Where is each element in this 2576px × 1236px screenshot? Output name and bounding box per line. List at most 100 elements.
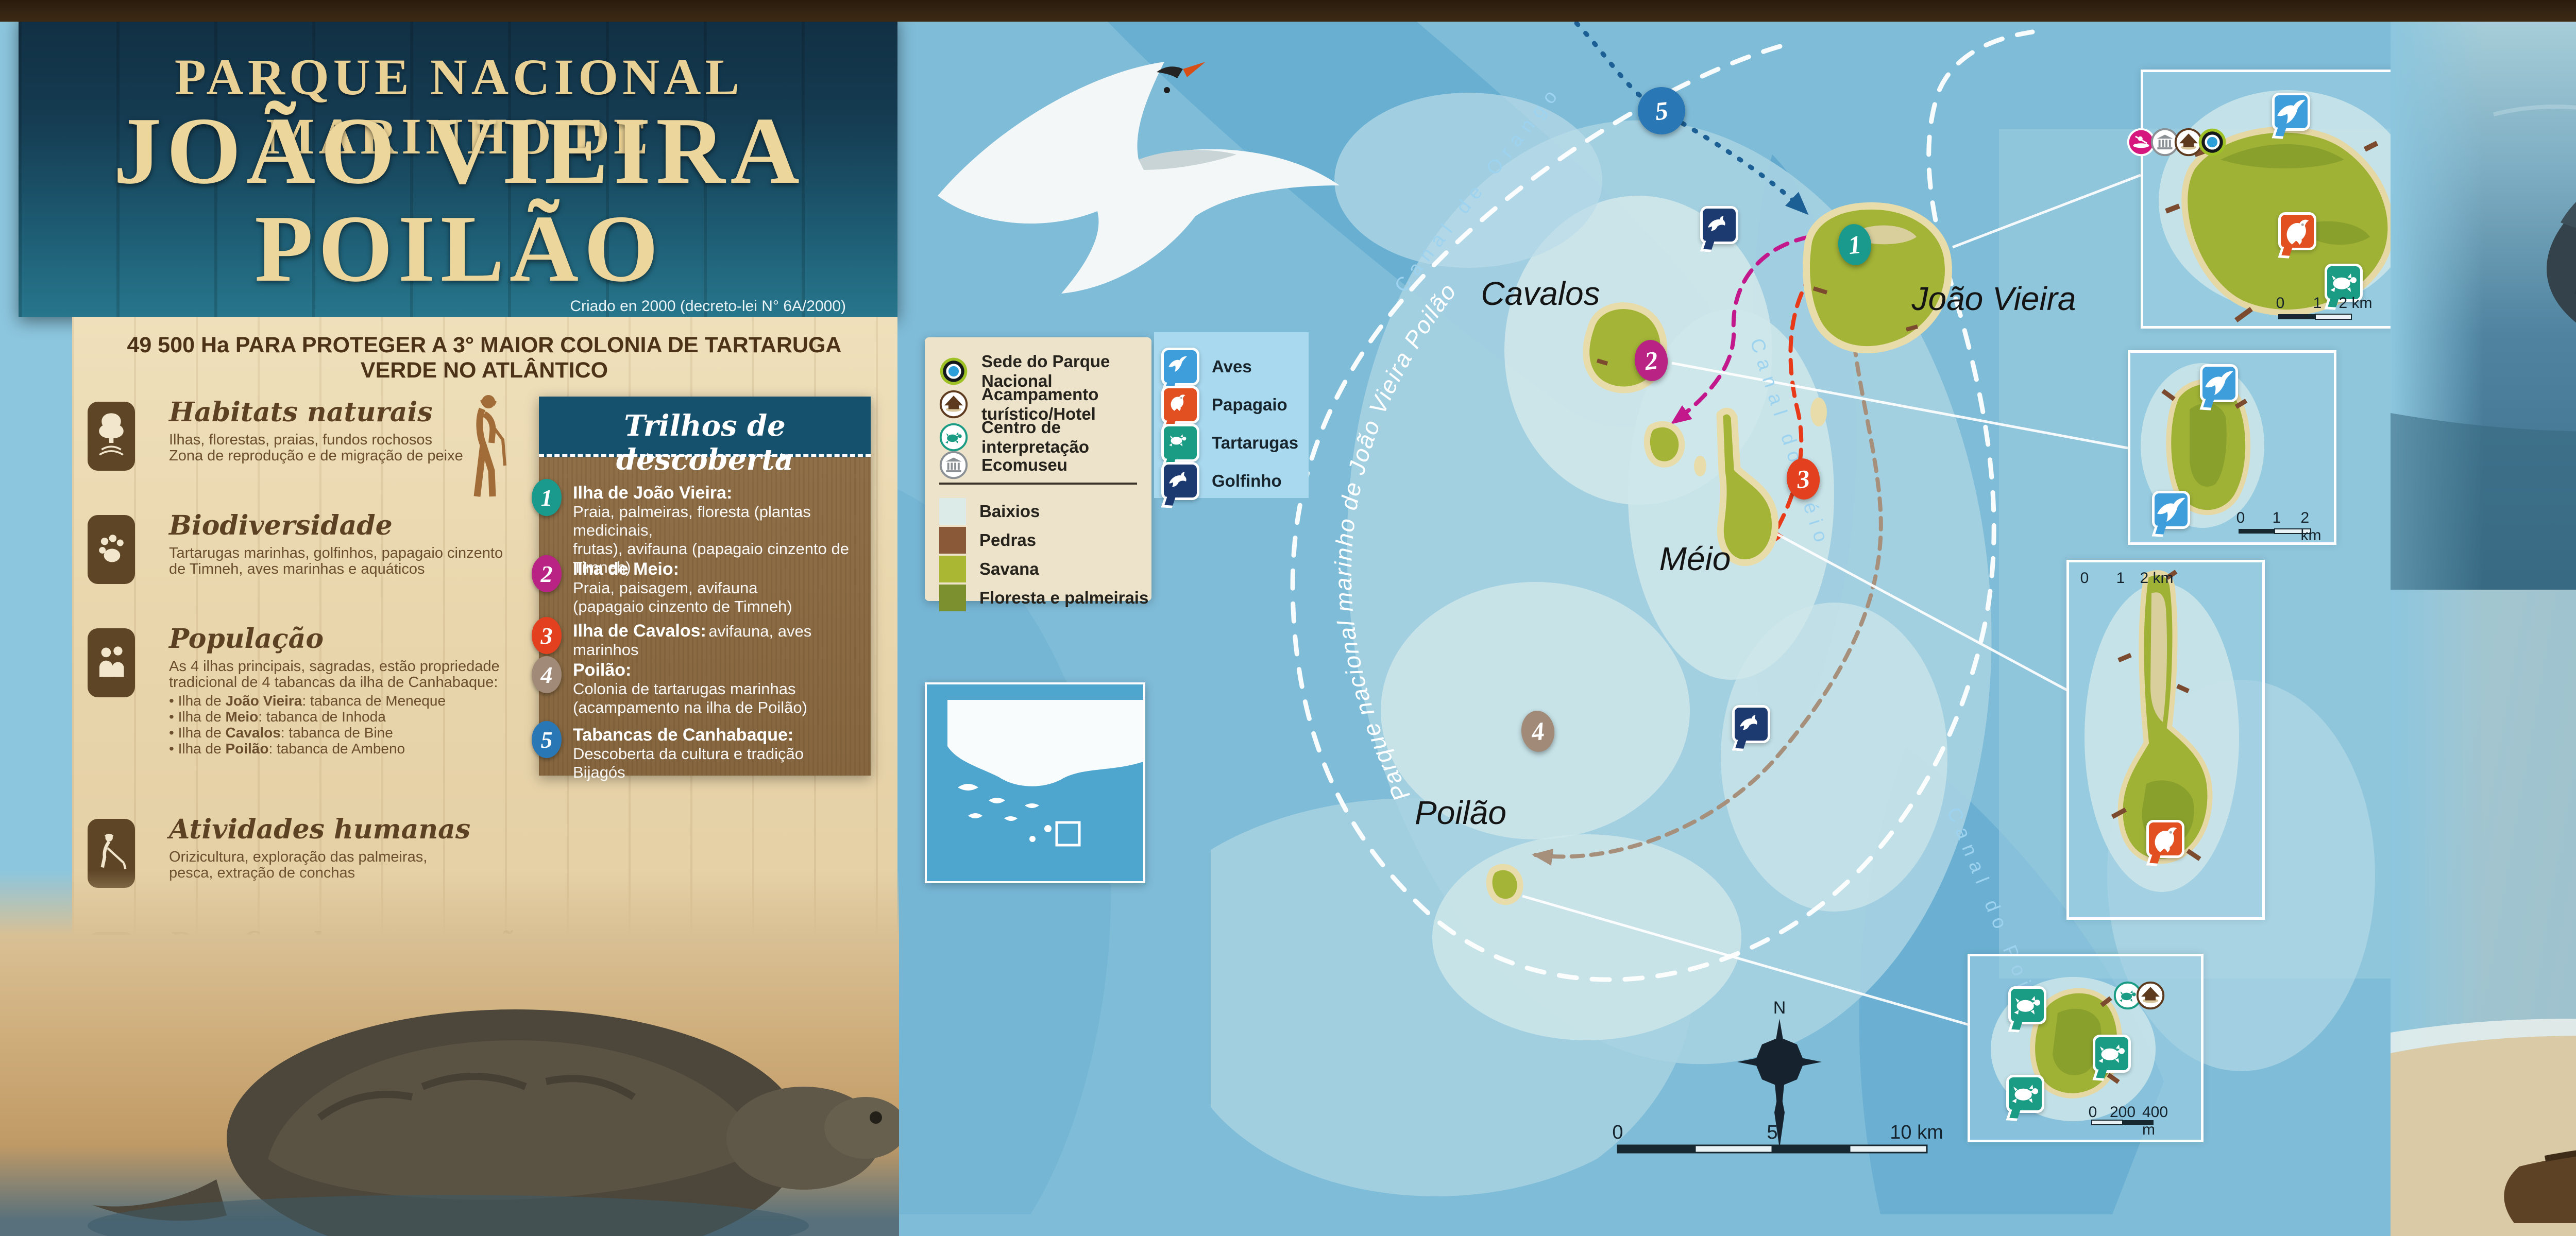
inset-scale-1: 1 xyxy=(2116,570,2125,587)
inset-scale-1: 200 xyxy=(2110,1104,2136,1121)
turtle-icon xyxy=(1161,424,1199,462)
trail-number-badge: 4 xyxy=(532,656,562,693)
sign-created-note: Criado en 2000 (decreto-lei N° 6A/2000) xyxy=(570,298,846,315)
park-poster: Parque nacional marinho de João Vieira P… xyxy=(0,0,2576,1236)
trail-name: Tabancas de Canhabaque: xyxy=(573,725,858,745)
legend-row-pedras: Pedras xyxy=(939,527,1036,554)
ocean-photo xyxy=(2391,22,2576,590)
scale-0: 0 xyxy=(1612,1122,1623,1144)
inset-scale-2: 2 km xyxy=(2140,570,2173,587)
museum-icon xyxy=(939,451,968,479)
dolphin-icon xyxy=(1161,462,1199,500)
trail-desc: Praia, paisagem, avifauna (papagaio cinz… xyxy=(573,579,858,616)
tern-photo xyxy=(876,41,1381,330)
tree-icon xyxy=(88,402,135,471)
fauna-row-papagaio: Papagaio xyxy=(1161,386,1287,424)
bird-icon xyxy=(2200,364,2238,402)
turtle-circle-icon xyxy=(939,423,968,452)
park-hq-icon xyxy=(939,357,968,386)
bird-icon xyxy=(1161,348,1199,386)
trails-title: Trilhos de descoberta xyxy=(539,409,871,477)
inset-scale-1: 1 xyxy=(2313,295,2322,312)
inset-scale-1: 1 xyxy=(2273,509,2281,527)
legend-divider xyxy=(939,483,1137,485)
turtle-icon xyxy=(2006,1075,2044,1113)
park-hq-icon xyxy=(2198,128,2227,157)
trail-number-badge: 3 xyxy=(532,617,562,654)
pedras-swatch xyxy=(939,527,966,554)
arrow-icon: ▸ xyxy=(647,446,656,467)
trail-number-badge: 5 xyxy=(532,721,562,758)
parrot-icon xyxy=(2278,212,2316,250)
inset-cavalos: 0 1 2 km xyxy=(2128,350,2336,545)
trail-desc: Colonia de tartarugas marinhas (acampame… xyxy=(573,680,858,717)
page-title-line1: JOÃO VIEIRA xyxy=(49,103,869,199)
inset-scale-0: 0 xyxy=(2089,1104,2097,1121)
trail-name: Poilão: xyxy=(573,660,858,680)
trail-dash-line xyxy=(539,454,871,457)
tabanca-bullet: Ilha de Poilão: tabanca de Ambeno xyxy=(169,741,551,757)
dolphin-icon xyxy=(1700,206,1738,244)
scale-bar xyxy=(1618,1145,1927,1153)
bird-icon xyxy=(2152,491,2190,529)
parrot-photo xyxy=(2391,590,2576,1236)
inset-scale-0: 0 xyxy=(2236,509,2245,527)
map-legend: Sede do Parque Nacional Acampamento turí… xyxy=(925,337,1151,601)
section-title: Atividades humanas xyxy=(169,816,551,844)
trail-item-2: 2 Ilha de Meio: Praia, paisagem, avifaun… xyxy=(549,559,858,616)
people-icon xyxy=(88,628,135,697)
legend-row-floresta: Floresta e palmeirais xyxy=(939,585,1148,611)
tabanca-bullet: Ilha de Meio: tabanca de Inhoda xyxy=(169,709,551,725)
section-text: As 4 ilhas principais, sagradas, estão p… xyxy=(169,659,551,691)
top-frame-bar xyxy=(0,0,2576,22)
legend-row-baixios: Baixios xyxy=(939,498,1040,525)
fauna-row-golfinho: Golfinho xyxy=(1161,462,1282,500)
island-label-poilao: Poilão xyxy=(1415,794,1506,832)
turtle-icon xyxy=(2008,986,2046,1024)
fauna-row-tartarugas: Tartarugas xyxy=(1161,424,1298,462)
compass-n-label: N xyxy=(1773,998,1786,1018)
hiker-silhouette xyxy=(462,393,513,502)
inset-poilao: 0 200 400 m xyxy=(1968,954,2204,1142)
fauna-legend: Aves Papagaio Tartarugas Golfinho xyxy=(1154,332,1309,498)
parrot-icon xyxy=(1161,386,1199,424)
legend-row-savana: Savana xyxy=(939,556,1039,582)
trails-panel: Trilhos de descoberta ▸ ▸ 1 Ilha de João… xyxy=(539,397,871,776)
section-biodiversidade: Biodiversidade Tartarugas marinhas, golf… xyxy=(88,512,551,577)
trail-item-5: 5 Tabancas de Canhabaque: Descoberta da … xyxy=(549,725,858,782)
section-text: Tartarugas marinhas, golfinhos, papagaio… xyxy=(169,545,551,577)
scale-10km: 10 km xyxy=(1890,1122,1943,1144)
page-title-line2: POILÃO xyxy=(49,201,869,297)
section-populacao: População As 4 ilhas principais, sagrada… xyxy=(88,625,551,757)
guinea-bissau-locator-map xyxy=(925,682,1145,883)
inset-scale-0: 0 xyxy=(2080,570,2089,587)
protection-banner: 49 500 Ha PARA PROTEGER A 3° MAIOR COLON… xyxy=(93,333,876,383)
trail-name: Ilha de Meio: xyxy=(573,559,858,579)
section-title: População xyxy=(169,625,551,654)
section-title: Biodiversidade xyxy=(169,512,551,540)
turtle-icon xyxy=(2093,1035,2131,1073)
inset-meio: 0 1 2 km xyxy=(2066,560,2265,920)
inset-scale-2: 400 m xyxy=(2142,1104,2181,1139)
bird-icon xyxy=(2272,93,2310,131)
island-label-joao-vieira: João Vieira xyxy=(1911,280,2076,318)
hut-icon xyxy=(939,390,968,419)
dolphin-icon xyxy=(1732,705,1770,743)
legend-row-ecomuseu: Ecomuseu xyxy=(939,451,1067,479)
inset-scale-2: 2 km xyxy=(2301,509,2323,544)
inset-scale-2: 2 km xyxy=(2338,295,2372,312)
baixios-swatch xyxy=(939,498,966,525)
scale-5: 5 xyxy=(1767,1122,1777,1144)
arrow-icon: ▸ xyxy=(781,446,790,467)
trail-name: Ilha de João Vieira: xyxy=(573,483,858,503)
island-label-cavalos: Cavalos xyxy=(1481,274,1600,313)
tabanca-bullet: Ilha de João Vieira: tabanca de Meneque xyxy=(169,693,551,709)
tabanca-bullet: Ilha de Cavalos: tabanca de Bine xyxy=(169,725,551,741)
inset-scale-0: 0 xyxy=(2276,295,2285,312)
trail-desc: Descoberta da cultura e tradição Bijagós xyxy=(573,745,858,782)
trail-item-3: 3 Ilha de Cavalos: avifauna, aves marinh… xyxy=(549,621,858,659)
savana-swatch xyxy=(939,556,966,582)
hut-icon xyxy=(2136,981,2165,1010)
beach-photo xyxy=(0,870,899,1236)
island-label-meio: Méio xyxy=(1659,540,1731,578)
